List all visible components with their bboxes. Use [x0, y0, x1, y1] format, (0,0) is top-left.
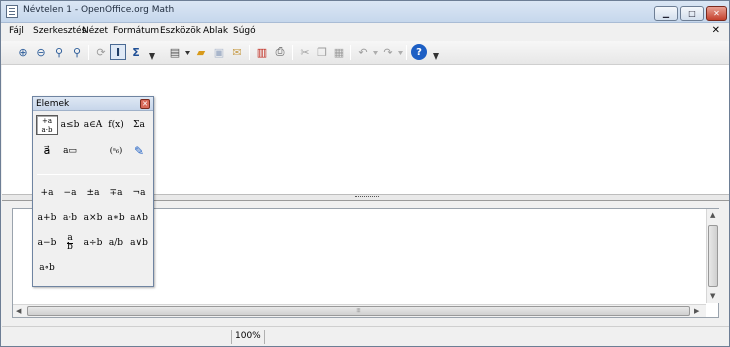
op-plusminus-a[interactable]: ±a [82, 183, 104, 203]
op-plus-a[interactable]: +a [36, 183, 58, 203]
vertical-scrollbar[interactable]: ▲ ▼ [706, 209, 719, 303]
zoom-level[interactable]: 100% [235, 331, 261, 341]
toolbar-separator [88, 45, 89, 60]
category-relations-icon[interactable]: a≤b [59, 115, 81, 135]
document-icon [6, 5, 18, 18]
op-a-circ-b[interactable]: a∘b [36, 258, 58, 278]
window-title: Névtelen 1 - OpenOffice.org Math [23, 5, 175, 15]
new-dropdown-icon[interactable] [185, 51, 190, 55]
scroll-up-icon[interactable]: ▲ [710, 211, 715, 219]
op-fraction[interactable]: ab [59, 233, 81, 253]
op-a-minus-b[interactable]: a−b [36, 233, 58, 253]
redo-icon[interactable]: ↷ [380, 44, 396, 60]
elements-panel-titlebar[interactable]: Elemek ✕ [33, 97, 153, 111]
cut-icon[interactable]: ✂ [297, 44, 313, 60]
close-document-icon[interactable]: ✕ [712, 25, 720, 36]
panel-close-icon[interactable]: ✕ [140, 99, 150, 109]
category-operators-icon[interactable]: Σa [128, 115, 150, 135]
status-divider [264, 330, 265, 344]
toolbar-separator [406, 45, 407, 60]
op-a-div-b[interactable]: a÷b [82, 233, 104, 253]
toolbar-separator [350, 45, 351, 60]
redo-dropdown-icon[interactable] [398, 51, 403, 55]
panel-divider [37, 174, 150, 175]
category-set-operations-icon[interactable]: a∈A [82, 115, 104, 135]
toolbar: ⊕ ⊖ ⚲ ⚲ ⟳ I Σ ▤ ▰ ▣ ✉ ▥ ⎙ ✂ ❐ ▦ ↶ ↷ ? [1, 41, 729, 65]
category-functions-icon[interactable]: f(x) [105, 115, 127, 135]
title-bar: Névtelen 1 - OpenOffice.org Math ▁ □ ✕ [1, 1, 729, 23]
category-attributes-icon[interactable]: a⃗ [36, 141, 58, 161]
application-window: Névtelen 1 - OpenOffice.org Math ▁ □ ✕ F… [0, 0, 730, 347]
scroll-right-icon[interactable]: ▶ [694, 307, 699, 315]
toolbar-overflow-icon[interactable] [433, 53, 439, 60]
scroll-down-icon[interactable]: ▼ [710, 292, 715, 300]
undo-dropdown-icon[interactable] [373, 51, 378, 55]
open-folder-icon[interactable]: ▰ [193, 44, 209, 60]
menu-tools[interactable]: Eszközök [160, 26, 201, 36]
op-a-and-b[interactable]: a∧b [128, 208, 150, 228]
symbols-icon[interactable]: Σ [128, 44, 144, 60]
op-a-dot-b[interactable]: a·b [59, 208, 81, 228]
help-icon[interactable]: ? [411, 44, 427, 60]
category-unary-binary-icon[interactable]: +a a·b [36, 115, 58, 135]
menu-help[interactable]: Súgó [233, 26, 256, 36]
maximize-button[interactable]: □ [680, 6, 704, 21]
copy-icon[interactable]: ❐ [314, 44, 330, 60]
menu-format[interactable]: Formátum [113, 26, 159, 36]
op-minus-a[interactable]: −a [59, 183, 81, 203]
menu-bar: Fájl Szerkesztés Nézet Formátum Eszközök… [1, 24, 729, 40]
menu-edit[interactable]: Szerkesztés [33, 26, 86, 36]
paste-icon[interactable]: ▦ [331, 44, 347, 60]
menu-file[interactable]: Fájl [9, 26, 24, 36]
status-bar: 100% [2, 326, 729, 346]
send-email-icon[interactable]: ✉ [229, 44, 245, 60]
zoom-out-icon[interactable]: ⊖ [33, 44, 49, 60]
toolbar-overflow-icon[interactable] [149, 53, 155, 60]
show-all-icon[interactable]: ⚲ [69, 44, 85, 60]
minimize-button[interactable]: ▁ [654, 6, 678, 21]
toolbar-separator [292, 45, 293, 60]
category-others-icon[interactable]: a▭ [59, 141, 81, 161]
undo-icon[interactable]: ↶ [355, 44, 371, 60]
status-divider [231, 330, 232, 344]
op-a-or-b[interactable]: a∨b [128, 233, 150, 253]
new-document-icon[interactable]: ▤ [167, 44, 183, 60]
horizontal-scroll-thumb[interactable]: ⦙⦙⦙ [27, 306, 690, 316]
elements-panel-title: Elemek [36, 99, 70, 109]
zoom-100-icon[interactable]: ⚲ [51, 44, 67, 60]
category-brackets-icon[interactable]: (ᵃ₆) [105, 141, 127, 161]
menu-window[interactable]: Ablak [203, 26, 228, 36]
op-a-plus-b[interactable]: a+b [36, 208, 58, 228]
op-a-slash-b[interactable]: a/b [105, 233, 127, 253]
horizontal-scrollbar[interactable]: ◀ ⦙⦙⦙ ▶ [13, 304, 706, 317]
category-formats-icon[interactable]: ✎ [128, 141, 150, 161]
zoom-in-icon[interactable]: ⊕ [15, 44, 31, 60]
op-not-a[interactable]: ¬a [128, 183, 150, 203]
print-icon[interactable]: ⎙ [272, 44, 288, 60]
save-icon[interactable]: ▣ [211, 44, 227, 60]
close-button[interactable]: ✕ [706, 6, 727, 21]
update-icon[interactable]: ⟳ [93, 44, 109, 60]
splitter-handle[interactable] [355, 196, 379, 198]
op-a-times-b[interactable]: a×b [82, 208, 104, 228]
formula-cursor-icon[interactable]: I [110, 44, 126, 60]
scroll-left-icon[interactable]: ◀ [16, 307, 21, 315]
elements-panel: Elemek ✕ +a a·b a≤b a∈A f(x) Σa a⃗ a▭ (ᵃ₆… [32, 96, 154, 287]
vertical-scroll-thumb[interactable] [708, 225, 718, 287]
op-a-star-b[interactable]: a∗b [105, 208, 127, 228]
menu-view[interactable]: Nézet [82, 26, 108, 36]
export-pdf-icon[interactable]: ▥ [254, 44, 270, 60]
toolbar-separator [249, 45, 250, 60]
op-minusplus-a[interactable]: ∓a [105, 183, 127, 203]
